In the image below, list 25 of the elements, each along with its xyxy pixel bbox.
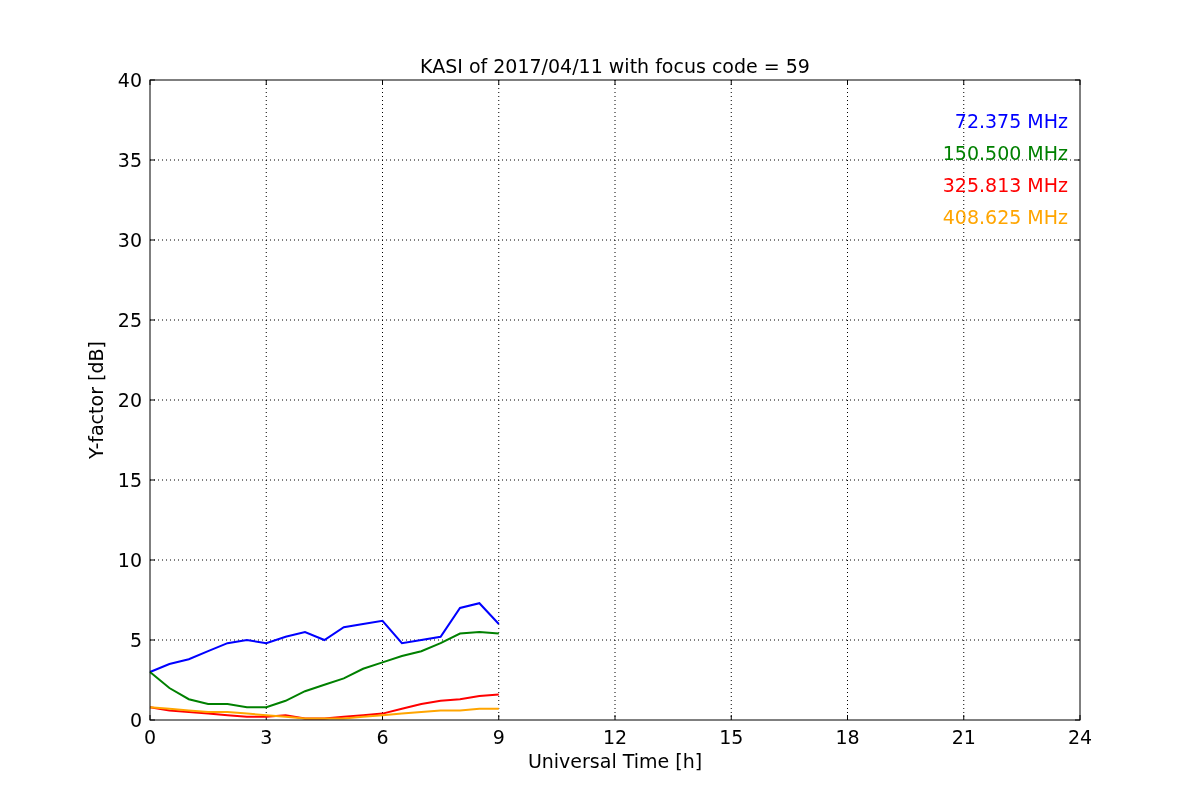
y-tick-label: 35	[117, 149, 142, 171]
y-tick-label: 40	[117, 69, 142, 91]
x-tick-label: 12	[602, 726, 628, 748]
y-tick-label: 25	[117, 309, 142, 331]
x-tick-label: 9	[492, 726, 505, 748]
x-tick-label: 21	[951, 726, 976, 748]
chart-title: KASI of 2017/04/11 with focus code = 59	[420, 55, 810, 77]
y-tick-label: 0	[129, 709, 142, 731]
legend-label: 150.500 MHz	[942, 142, 1068, 164]
x-tick-label: 6	[376, 726, 389, 748]
x-tick-label: 24	[1067, 726, 1093, 748]
x-tick-label: 18	[835, 726, 860, 748]
legend-label: 72.375 MHz	[954, 110, 1068, 132]
y-tick-label: 20	[117, 389, 142, 411]
y-axis-label: Y-factor [dB]	[85, 341, 107, 459]
legend-label: 325.813 MHz	[942, 174, 1068, 196]
y-tick-label: 5	[129, 629, 142, 651]
y-tick-label: 15	[117, 469, 142, 491]
y-tick-label: 10	[117, 549, 142, 571]
x-axis-label: Universal Time [h]	[527, 750, 703, 772]
x-tick-label: 3	[260, 726, 273, 748]
y-tick-label: 30	[117, 229, 142, 251]
x-tick-label: 15	[719, 726, 744, 748]
x-tick-label: 0	[143, 726, 157, 748]
legend-label: 408.625 MHz	[942, 206, 1068, 228]
